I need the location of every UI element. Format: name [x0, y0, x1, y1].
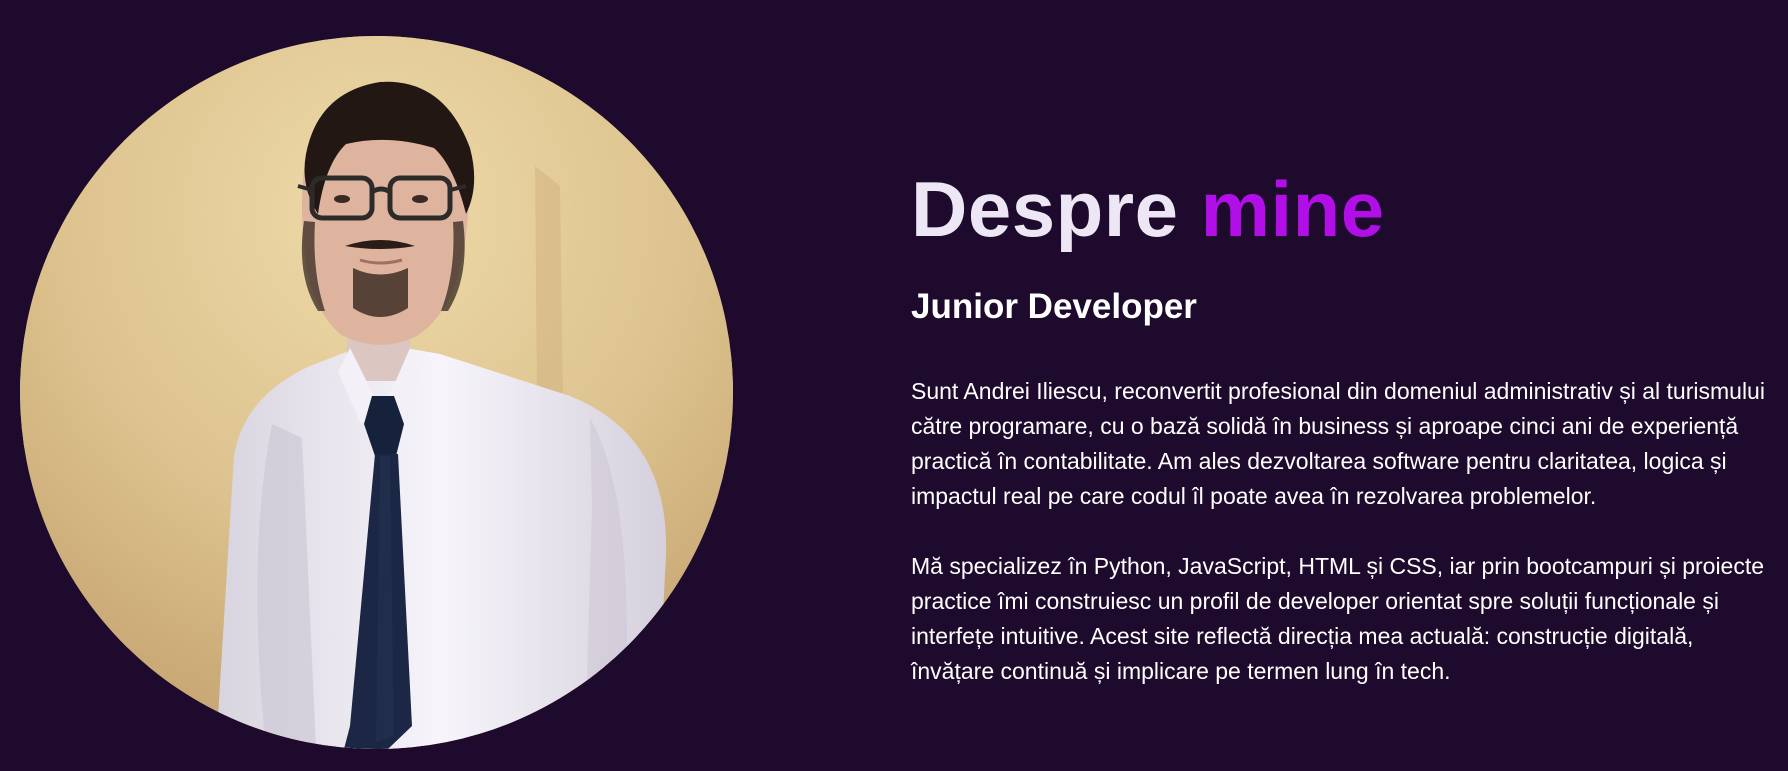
- about-subtitle: Junior Developer: [911, 287, 1197, 326]
- about-title: Despre mine: [911, 170, 1771, 248]
- about-title-prefix: Despre: [911, 165, 1179, 253]
- about-text: Despre mine Junior Developer Sunt Andrei…: [911, 170, 1771, 689]
- about-paragraph-2: Mă specializez în Python, JavaScript, HT…: [911, 553, 1765, 684]
- profile-photo: [20, 36, 733, 749]
- about-title-accent: mine: [1200, 165, 1385, 253]
- about-section: Despre mine Junior Developer Sunt Andrei…: [0, 0, 1788, 771]
- about-paragraph-1: Sunt Andrei Iliescu, reconvertit profesi…: [911, 378, 1765, 509]
- profile-portrait-illustration: [20, 36, 733, 749]
